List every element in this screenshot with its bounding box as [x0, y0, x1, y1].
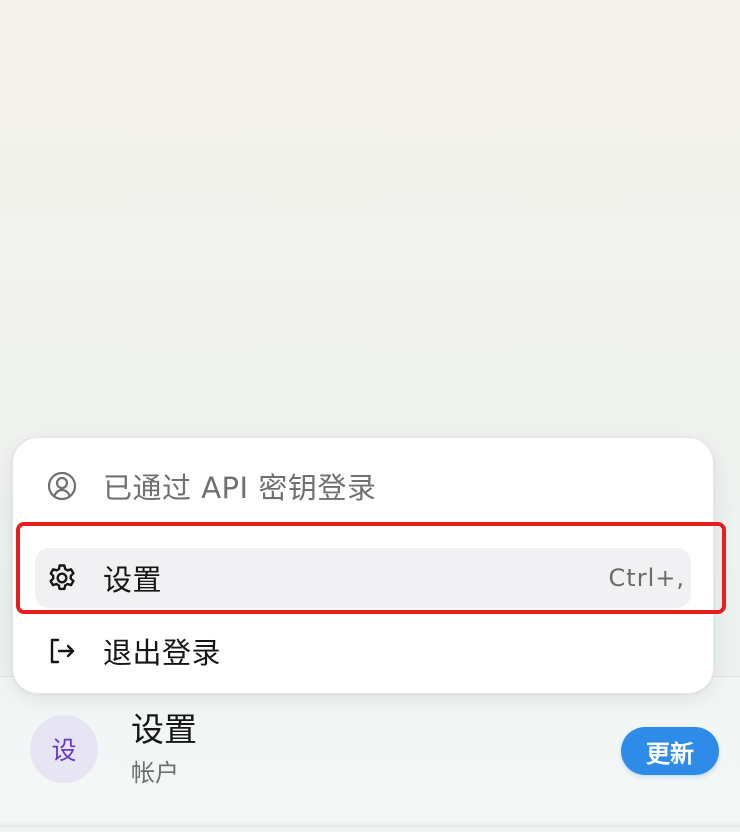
logout-icon	[45, 634, 79, 668]
menu-item-logout[interactable]: 退出登录	[35, 621, 691, 681]
menu-item-label: 设置	[103, 563, 163, 597]
account-menu: 已通过 API 密钥登录 设置 Ctrl+, 退出登录	[12, 437, 714, 694]
menu-item-settings[interactable]: 设置 Ctrl+,	[35, 548, 691, 608]
user-circle-icon	[45, 469, 79, 503]
menu-item-api-key-login: 已通过 API 密钥登录	[35, 456, 691, 516]
avatar: 设	[30, 715, 98, 783]
gear-icon	[45, 561, 79, 595]
profile-subtitle: 帐户	[131, 759, 179, 787]
menu-item-label: 退出登录	[103, 636, 222, 670]
shortcut-hint: Ctrl+,	[608, 564, 685, 592]
update-button[interactable]: 更新	[621, 727, 719, 775]
menu-item-label: 已通过 API 密钥登录	[103, 471, 377, 505]
profile-name[interactable]: 设置	[131, 711, 197, 748]
